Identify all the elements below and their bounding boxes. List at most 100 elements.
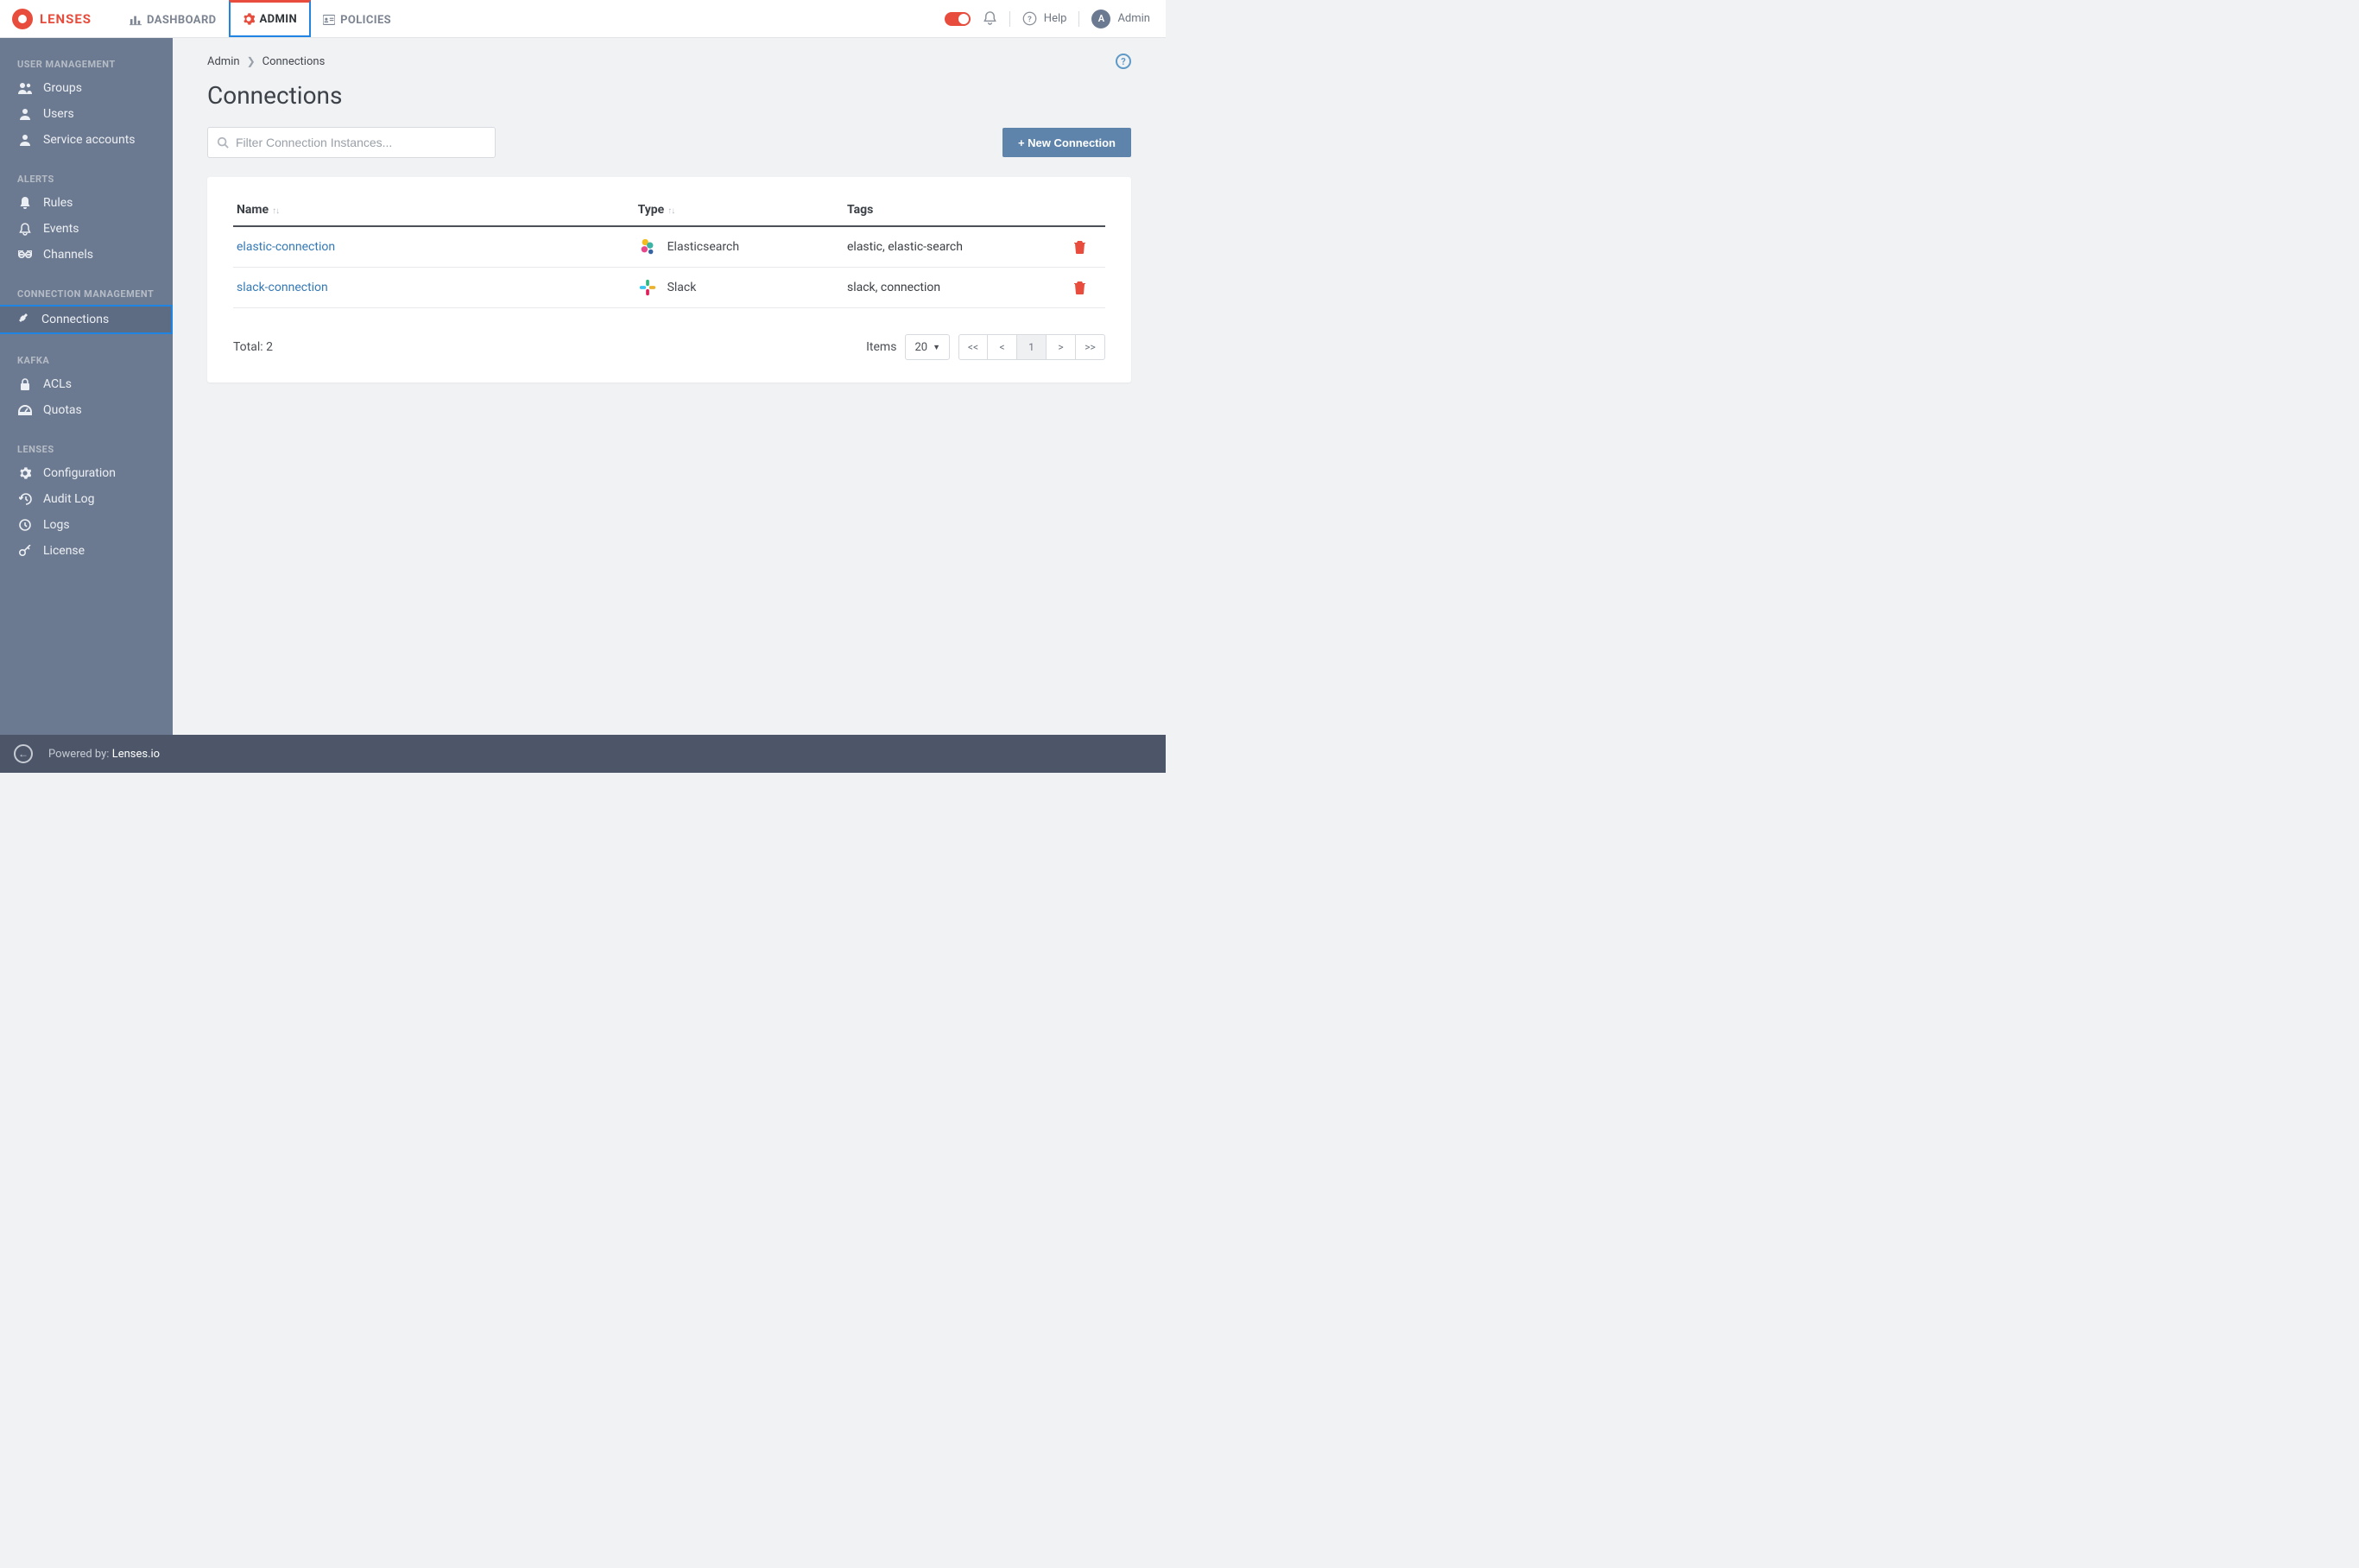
sidebar-item-label: Rules [43,196,73,210]
footer-prefix: Powered by: [48,748,112,761]
tab-admin[interactable]: ADMIN [229,0,312,37]
sidebar-item-label: Quotas [43,403,82,417]
delete-icon[interactable] [1074,241,1085,254]
sidebar-item-logs[interactable]: Logs [0,512,173,538]
sidebar-item-label: Service accounts [43,133,136,147]
sidebar-item-quotas[interactable]: Quotas [0,397,173,423]
sidebar-item-label: License [43,544,85,558]
footer-link[interactable]: Lenses.io [112,748,160,761]
svg-text:?: ? [1028,15,1032,24]
sidebar-item-rules[interactable]: Rules [0,190,173,216]
sidebar-item-label: Groups [43,81,82,95]
sort-icon: ↑↓ [269,206,279,216]
user-name: Admin [1117,12,1150,25]
topbar-right: ? Help A Admin [945,0,1150,37]
sidebar-section-alerts: ALERTS [0,165,173,190]
connection-type: Slack [667,281,697,294]
th-type[interactable]: Type↑↓ [635,194,844,226]
link-icon [17,250,33,259]
sidebar-item-label: Configuration [43,466,116,480]
page-prev-button[interactable]: < [988,334,1017,360]
brand[interactable]: LENSES [12,0,92,37]
sidebar-section-user-management: USER MANAGEMENT [0,50,173,75]
sidebar-item-events[interactable]: Events [0,216,173,242]
gear-icon [17,467,33,479]
sidebar-section-lenses: LENSES [0,435,173,460]
sidebar-item-license[interactable]: License [0,538,173,564]
sidebar: USER MANAGEMENT Groups Users Service acc… [0,38,173,735]
sidebar-item-service-accounts[interactable]: Service accounts [0,127,173,153]
user-icon [17,108,33,120]
page-size-select[interactable]: 20 ▼ [905,334,950,360]
sidebar-item-groups[interactable]: Groups [0,75,173,101]
tab-policies[interactable]: POLICIES [311,0,403,37]
sidebar-section-kafka: KAFKA [0,346,173,371]
brand-logo-icon [12,9,33,29]
table-row: elastic-connection Elasticsearch [233,226,1105,268]
notifications-icon[interactable] [983,11,997,26]
footer: ← Powered by: Lenses.io [0,735,1166,773]
clock-icon [17,519,33,531]
page-last-button[interactable]: >> [1076,334,1105,360]
th-name[interactable]: Name↑↓ [233,194,635,226]
connection-link[interactable]: slack-connection [237,281,328,294]
sidebar-item-configuration[interactable]: Configuration [0,460,173,486]
sidebar-item-channels[interactable]: Channels [0,242,173,268]
page-first-button[interactable]: << [958,334,988,360]
bell-solid-icon [17,197,33,210]
divider [1078,11,1079,27]
connections-card: Name↑↓ Type↑↓ Tags elastic-connection [207,177,1131,383]
sidebar-item-label: Connections [41,313,109,326]
sidebar-item-users[interactable]: Users [0,101,173,127]
tab-policies-label: POLICIES [340,14,391,27]
help-link[interactable]: ? Help [1022,11,1067,26]
search-icon [217,136,229,149]
lock-icon [17,378,33,390]
delete-icon[interactable] [1074,281,1085,294]
sidebar-item-label: Events [43,222,79,236]
help-label: Help [1044,12,1067,25]
caret-down-icon: ▼ [933,343,940,352]
sidebar-item-label: Channels [43,248,93,262]
connection-tags: elastic, elastic-search [844,226,1071,268]
page-help-icon[interactable]: ? [1116,54,1131,69]
sidebar-item-label: Audit Log [43,492,95,506]
sort-icon: ↑↓ [664,206,674,216]
bell-outline-icon [17,223,33,236]
sidebar-item-audit-log[interactable]: Audit Log [0,486,173,512]
bar-chart-icon [130,14,142,26]
sidebar-item-label: Users [43,107,74,121]
total-count: Total: 2 [233,340,273,354]
page-next-button[interactable]: > [1047,334,1076,360]
th-tags[interactable]: Tags [844,194,1071,226]
connection-link[interactable]: elastic-connection [237,240,335,254]
filter-input[interactable] [236,136,486,149]
new-connection-button[interactable]: + New Connection [1002,128,1131,157]
history-icon [17,493,33,505]
group-icon [17,82,33,94]
breadcrumb-current: Connections [262,55,326,68]
filter-input-wrapper[interactable] [207,127,496,158]
page-title: Connections [207,81,1131,110]
elasticsearch-icon [638,237,657,256]
id-card-icon [323,14,335,26]
breadcrumb-parent[interactable]: Admin [207,55,240,68]
sidebar-item-connections[interactable]: Connections [0,305,173,334]
connection-type: Elasticsearch [667,240,739,254]
page-number-button[interactable]: 1 [1017,334,1047,360]
main-content: Admin ❯ Connections ? Connections + New … [173,38,1166,735]
gauge-icon [17,405,33,415]
sidebar-item-acls[interactable]: ACLs [0,371,173,397]
back-icon[interactable]: ← [14,744,33,763]
avatar: A [1091,9,1110,28]
items-label: Items [866,340,896,354]
tab-dashboard[interactable]: DASHBOARD [117,0,228,37]
sidebar-item-label: ACLs [43,377,72,391]
theme-toggle[interactable] [945,12,971,26]
slack-icon [638,278,657,297]
plug-icon [16,313,31,326]
top-tabs: DASHBOARD ADMIN POLICIES [117,0,403,37]
tab-admin-label: ADMIN [260,13,298,26]
sidebar-section-connection-management: CONNECTION MANAGEMENT [0,280,173,305]
user-menu[interactable]: A Admin [1091,9,1150,28]
